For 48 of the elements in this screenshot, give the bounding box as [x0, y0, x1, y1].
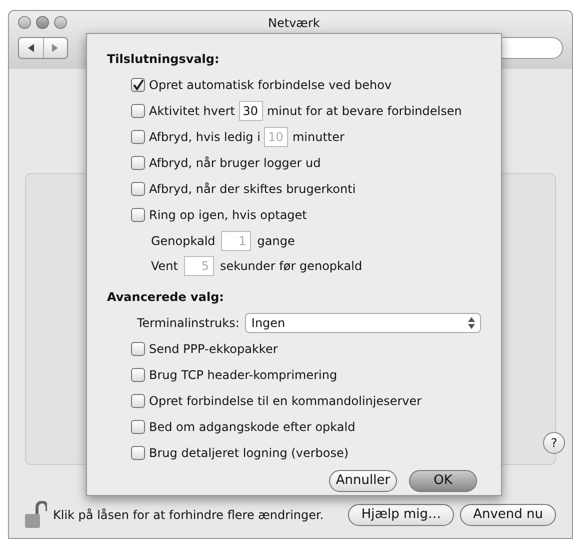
checkbox[interactable] — [131, 182, 145, 196]
window-title: Netværk — [268, 15, 320, 32]
option-label: Afbryd, hvis ledig i — [149, 129, 260, 146]
checkbox[interactable] — [131, 342, 145, 356]
checkbox[interactable] — [131, 446, 145, 460]
lock-icon — [25, 501, 47, 529]
close-button[interactable] — [18, 16, 31, 28]
option-label: Send PPP-ekkopakker — [149, 341, 278, 358]
option-label: Aktivitet hvert — [149, 103, 235, 120]
option-label: minut for at bevare forbindelsen — [266, 103, 462, 120]
section-heading: Avancerede valg: — [107, 289, 225, 306]
field-label: Terminalinstruks: — [137, 315, 240, 332]
field-label: Genopkald — [151, 232, 216, 250]
footer-button[interactable]: Anvend nu — [460, 504, 556, 526]
option-label: Afbryd, når der skiftes brugerkonti — [149, 181, 356, 198]
forward-arrow-icon — [51, 44, 60, 52]
checkbox[interactable] — [131, 104, 145, 118]
dialog-button[interactable]: OK — [409, 470, 477, 492]
checkbox[interactable] — [131, 420, 145, 434]
footer-button[interactable]: Hjælp mig… — [348, 504, 454, 526]
option-label: Ring op igen, hvis optaget — [149, 207, 307, 224]
checkbox[interactable] — [131, 156, 145, 170]
option-label: minutter — [292, 129, 344, 146]
number-field[interactable]: 30 — [238, 101, 263, 121]
option-label: Brug TCP header-komprimering — [149, 367, 338, 384]
option-label: Brug detaljeret logning (verbose) — [149, 445, 349, 462]
checkbox[interactable] — [131, 208, 145, 222]
help-button[interactable]: ? — [543, 432, 565, 454]
dialog-button[interactable]: Annuller — [329, 470, 397, 492]
terminal-popup[interactable]: Ingen — [245, 313, 481, 333]
option-label: Afbryd, når bruger logger ud — [149, 155, 321, 172]
field-label: gange — [257, 232, 295, 250]
checkbox[interactable] — [131, 368, 145, 382]
section-heading: Tilslutningsvalg: — [107, 51, 220, 68]
back-arrow-icon — [26, 44, 35, 52]
option-label: Opret automatisk forbindelse ved behov — [149, 77, 392, 94]
checkbox[interactable] — [131, 78, 145, 92]
field-label: sekunder før genopkald — [220, 258, 362, 274]
option-label: Opret forbindelse til en kommandolinjeserver — [149, 393, 422, 410]
option-label: Bed om adgangskode efter opkald — [149, 419, 356, 436]
zoom-button[interactable] — [54, 16, 67, 28]
lock-message: Klik på låsen for at forhindre flere ændringer. — [53, 507, 324, 524]
back-forward-buttons[interactable] — [18, 37, 68, 59]
minimize-button[interactable] — [36, 16, 49, 28]
checkmark-icon — [132, 79, 144, 91]
field-label: Vent — [151, 258, 178, 274]
checkbox[interactable] — [131, 394, 145, 408]
stepper-icon — [468, 317, 475, 329]
